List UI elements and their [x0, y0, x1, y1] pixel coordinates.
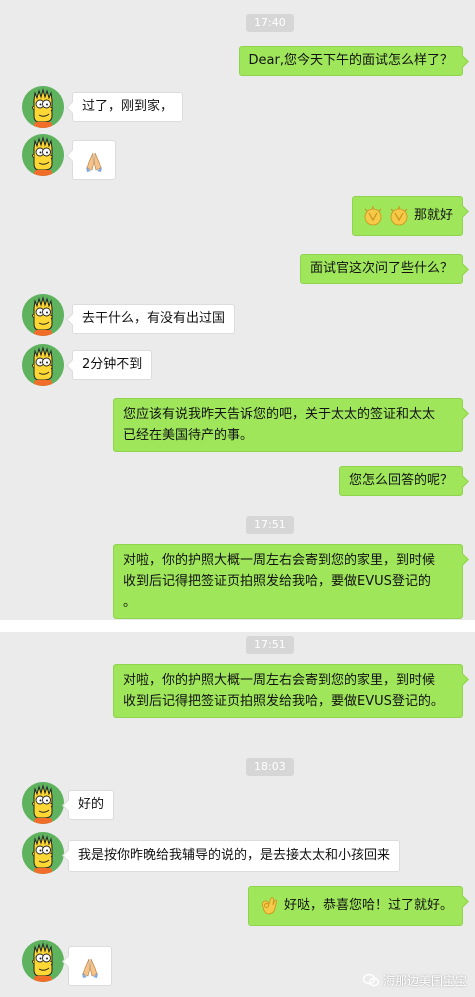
message-received[interactable]: 2分钟不到: [72, 350, 153, 380]
timestamp: 17:51: [246, 516, 294, 534]
avatar[interactable]: [22, 294, 64, 336]
message-received[interactable]: [72, 140, 116, 180]
praying-hands-icon: [83, 150, 105, 172]
message-text: 好哒，恭喜您哈！过了就好。: [283, 898, 453, 913]
timestamp: 17:51: [246, 636, 294, 654]
avatar[interactable]: [22, 782, 64, 824]
praying-hands-icon: [79, 956, 101, 978]
message-sent[interactable]: 您应该有说我昨天告诉您的吧，关于太太的签证和太太 已经在美国待产的事。: [113, 398, 463, 452]
message-sent[interactable]: 好哒，恭喜您哈！过了就好。: [247, 886, 463, 926]
message-sent[interactable]: 面试官这次问了些什么？: [299, 254, 463, 284]
timestamp: 18:03: [246, 758, 294, 776]
message-line: 收到后记得把签证页拍照发给我哈，要做EVUS登记的: [123, 574, 431, 589]
message-line: 您应该有说我昨天告诉您的吧，关于太太的签证和太太: [123, 407, 436, 422]
message-received[interactable]: 好的: [68, 790, 115, 820]
avatar[interactable]: [22, 344, 64, 386]
message-sent[interactable]: 那就好: [351, 196, 463, 236]
clapping-hands-icon: [362, 205, 384, 227]
screenshot-divider: [0, 620, 475, 632]
clapping-hands-icon: [388, 205, 410, 227]
ok-hand-icon: [258, 895, 280, 917]
wechat-logo-icon: [362, 973, 379, 987]
bart-avatar-icon: [22, 782, 64, 824]
message-line: 。: [123, 595, 137, 610]
bart-avatar-icon: [22, 294, 64, 336]
avatar[interactable]: [22, 940, 64, 982]
message-line: 对啦，你的护照大概一周左右会寄到您的家里，到时候: [123, 673, 436, 688]
message-received[interactable]: [68, 946, 112, 986]
message-sent[interactable]: 您怎么回答的呢？: [338, 466, 463, 496]
message-sent[interactable]: Dear,您今天下午的面试怎么样了？: [238, 46, 463, 76]
message-received[interactable]: 去干什么，有没有出过国: [72, 304, 236, 334]
message-received[interactable]: 过了，刚到家，: [72, 92, 184, 122]
message-line: 收到后记得把签证页拍照发给我哈，要做EVUS登记的。: [123, 694, 444, 709]
bart-avatar-icon: [22, 344, 64, 386]
bart-avatar-icon: [22, 86, 64, 128]
message-text: 那就好: [413, 208, 453, 223]
bart-avatar-icon: [22, 940, 64, 982]
message-sent[interactable]: 对啦，你的护照大概一周左右会寄到您的家里，到时候 收到后记得把签证页拍照发给我哈…: [113, 544, 463, 619]
timestamp: 17:40: [246, 14, 294, 32]
bart-avatar-icon: [22, 832, 64, 874]
watermark-text: 海那边美国宝宝: [382, 974, 467, 988]
chat-window: 17:40 Dear,您今天下午的面试怎么样了？ 过了，刚到家， 那就好 面试官…: [0, 0, 475, 997]
message-line: 对啦，你的护照大概一周左右会寄到您的家里，到时候: [123, 553, 436, 568]
avatar[interactable]: [22, 86, 64, 128]
message-line: 已经在美国待产的事。: [123, 428, 254, 443]
avatar[interactable]: [22, 832, 64, 874]
bart-avatar-icon: [22, 134, 64, 176]
message-sent[interactable]: 对啦，你的护照大概一周左右会寄到您的家里，到时候 收到后记得把签证页拍照发给我哈…: [113, 664, 463, 718]
message-received[interactable]: 我是按你昨晚给我辅导的说的，是去接太太和小孩回来: [68, 840, 401, 872]
avatar[interactable]: [22, 134, 64, 176]
watermark: 海那边美国宝宝: [362, 972, 467, 989]
